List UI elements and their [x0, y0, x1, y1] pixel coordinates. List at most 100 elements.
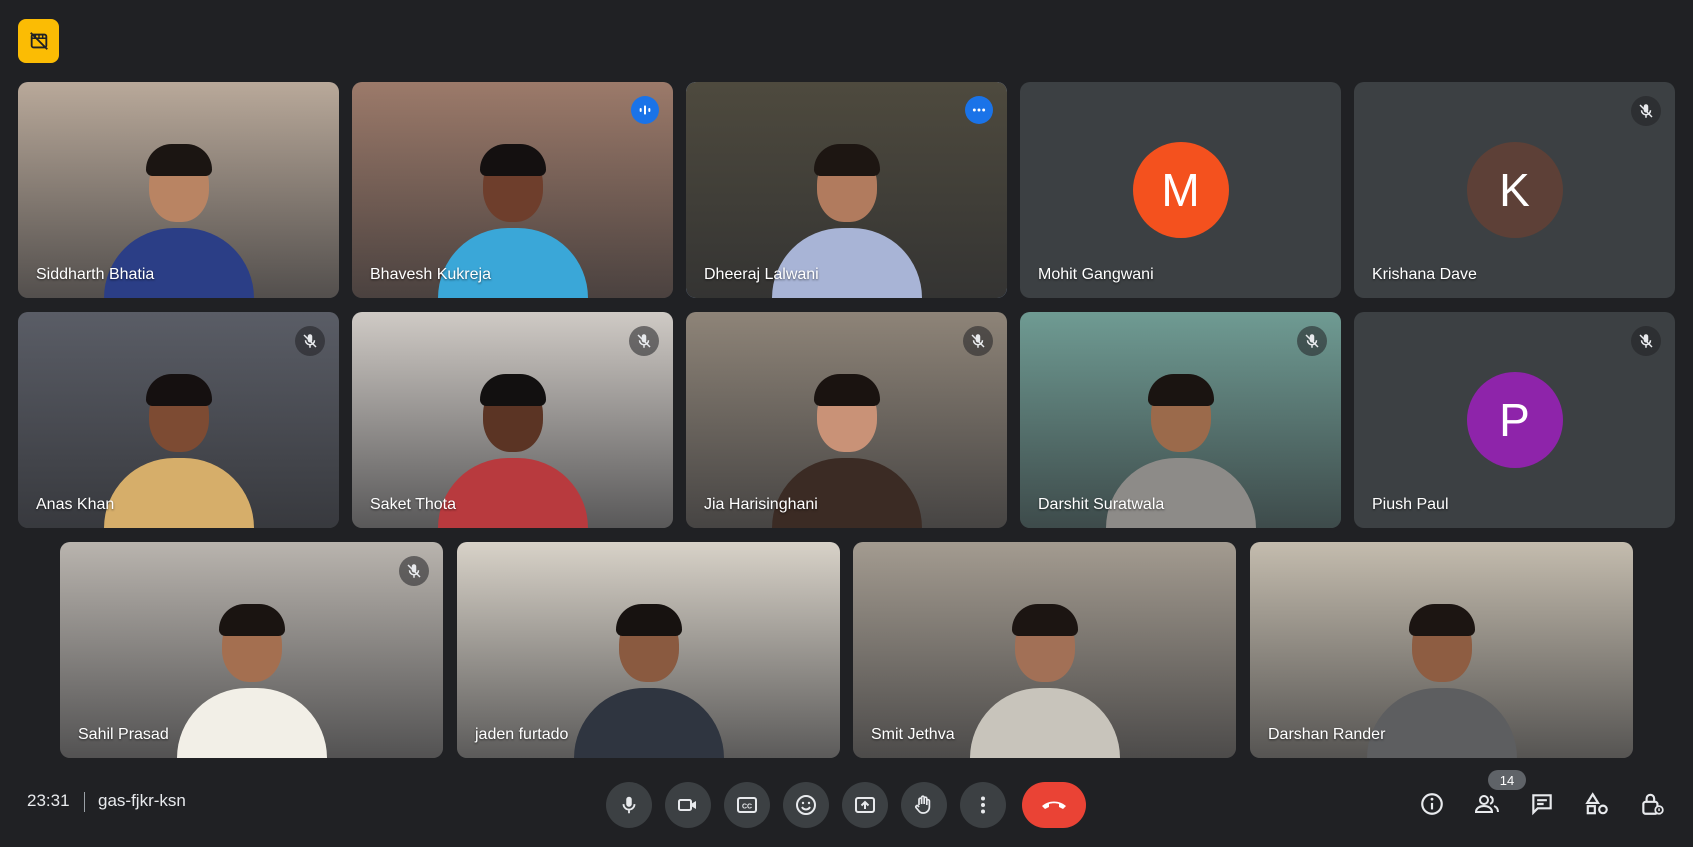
chat-icon	[1532, 794, 1552, 816]
participant-name: Darshan Rander	[1268, 726, 1386, 743]
meeting-info-button[interactable]	[1412, 784, 1452, 824]
participant-name: Smit Jethva	[871, 726, 955, 743]
participant-tile[interactable]: P Piush Paul	[1354, 312, 1675, 528]
host-controls-button[interactable]	[1632, 784, 1672, 824]
torso	[103, 228, 254, 298]
mic-button[interactable]	[606, 782, 652, 828]
participant-name: Siddharth Bhatia	[36, 266, 155, 283]
participant-silhouette	[969, 598, 1120, 758]
more-options-button[interactable]	[960, 782, 1006, 828]
recording-off-icon	[29, 32, 48, 50]
activities-button[interactable]	[1577, 784, 1617, 824]
participant-silhouette	[176, 598, 327, 758]
participant-name: jaden furtado	[475, 726, 569, 743]
participant-name: Piush Paul	[1372, 496, 1449, 513]
divider	[84, 792, 85, 812]
participant-tile[interactable]: Darshit Suratwala	[1020, 312, 1341, 528]
mic-muted-icon	[629, 326, 659, 356]
mic-muted-icon	[295, 326, 325, 356]
torso	[176, 688, 327, 758]
camera-icon	[678, 799, 696, 811]
torso	[103, 458, 254, 528]
participant-name: Bhavesh Kukreja	[370, 266, 491, 283]
participant-name: Anas Khan	[36, 496, 115, 513]
hair	[479, 374, 546, 406]
captions-icon: CC	[737, 797, 757, 813]
emoji-button[interactable]	[783, 782, 829, 828]
torso	[437, 228, 588, 298]
torso	[771, 458, 922, 528]
mic-icon	[622, 796, 636, 814]
participant-tile[interactable]: Anas Khan	[18, 312, 339, 528]
present-button[interactable]	[842, 782, 888, 828]
host-controls-icon	[1642, 793, 1664, 815]
participant-silhouette	[103, 368, 254, 528]
participant-tile[interactable]: Jia Harisinghani	[686, 312, 1007, 528]
meeting-clock: 23:31	[27, 791, 70, 810]
participant-tile[interactable]: Siddharth Bhatia	[18, 82, 339, 298]
participant-name: Sahil Prasad	[78, 726, 169, 743]
info-icon	[1421, 793, 1443, 815]
hair	[145, 374, 212, 406]
participant-tile[interactable]: jaden furtado	[457, 542, 840, 758]
no-recording-badge[interactable]	[18, 19, 59, 63]
activities-icon	[1585, 792, 1608, 815]
torso	[437, 458, 588, 528]
bottom-toolbar: 23:31 gas-fjkr-ksn CC 14	[0, 770, 1693, 847]
hair	[813, 374, 880, 406]
participant-tile[interactable]: M Mohit Gangwani	[1020, 82, 1341, 298]
hair	[218, 604, 285, 636]
torso	[573, 688, 724, 758]
captions-button[interactable]: CC	[724, 782, 770, 828]
hair	[145, 144, 212, 176]
avatar: K	[1466, 142, 1563, 238]
speaking-indicator-icon	[631, 96, 659, 124]
torso	[771, 228, 922, 298]
participant-silhouette	[573, 598, 724, 758]
hair	[1011, 604, 1078, 636]
leave-call-icon	[1042, 801, 1066, 809]
participant-tile[interactable]: Dheeraj Lalwani	[686, 82, 1007, 298]
emoji-icon	[796, 795, 816, 815]
mic-muted-icon	[1631, 96, 1661, 126]
raise-hand-icon	[915, 795, 931, 814]
hair	[479, 144, 546, 176]
hair	[813, 144, 880, 176]
raise-hand-button[interactable]	[901, 782, 947, 828]
participant-tile[interactable]: Saket Thota	[352, 312, 673, 528]
mic-muted-icon	[1297, 326, 1327, 356]
participant-tile[interactable]: Bhavesh Kukreja	[352, 82, 673, 298]
tile-options-icon[interactable]	[965, 96, 993, 124]
chat-button[interactable]	[1522, 784, 1562, 824]
camera-button[interactable]	[665, 782, 711, 828]
hair	[1147, 374, 1214, 406]
participant-name: Dheeraj Lalwani	[704, 266, 819, 283]
participant-silhouette	[1366, 598, 1517, 758]
participant-tile[interactable]: Darshan Rander	[1250, 542, 1633, 758]
participant-silhouette	[437, 368, 588, 528]
participant-tile[interactable]: Sahil Prasad	[60, 542, 443, 758]
people-button[interactable]	[1467, 784, 1507, 824]
torso	[1366, 688, 1517, 758]
mic-muted-icon	[963, 326, 993, 356]
avatar: P	[1466, 372, 1563, 468]
participant-name: Saket Thota	[370, 496, 456, 513]
torso	[1105, 458, 1256, 528]
mic-muted-icon	[1631, 326, 1661, 356]
participant-tile[interactable]: K Krishana Dave	[1354, 82, 1675, 298]
participant-tile[interactable]: Smit Jethva	[853, 542, 1236, 758]
hair	[1408, 604, 1475, 636]
leave-call-button[interactable]	[1022, 782, 1086, 828]
mic-muted-icon	[399, 556, 429, 586]
svg-text:CC: CC	[742, 804, 752, 811]
participant-name: Darshit Suratwala	[1038, 496, 1165, 513]
participant-name: Mohit Gangwani	[1038, 266, 1154, 283]
torso	[969, 688, 1120, 758]
avatar: M	[1132, 142, 1229, 238]
hair	[615, 604, 682, 636]
meeting-code: gas-fjkr-ksn	[98, 791, 186, 810]
people-icon	[1474, 795, 1499, 813]
more-options-icon	[981, 796, 985, 814]
participant-name: Krishana Dave	[1372, 266, 1477, 283]
present-icon	[855, 797, 875, 813]
